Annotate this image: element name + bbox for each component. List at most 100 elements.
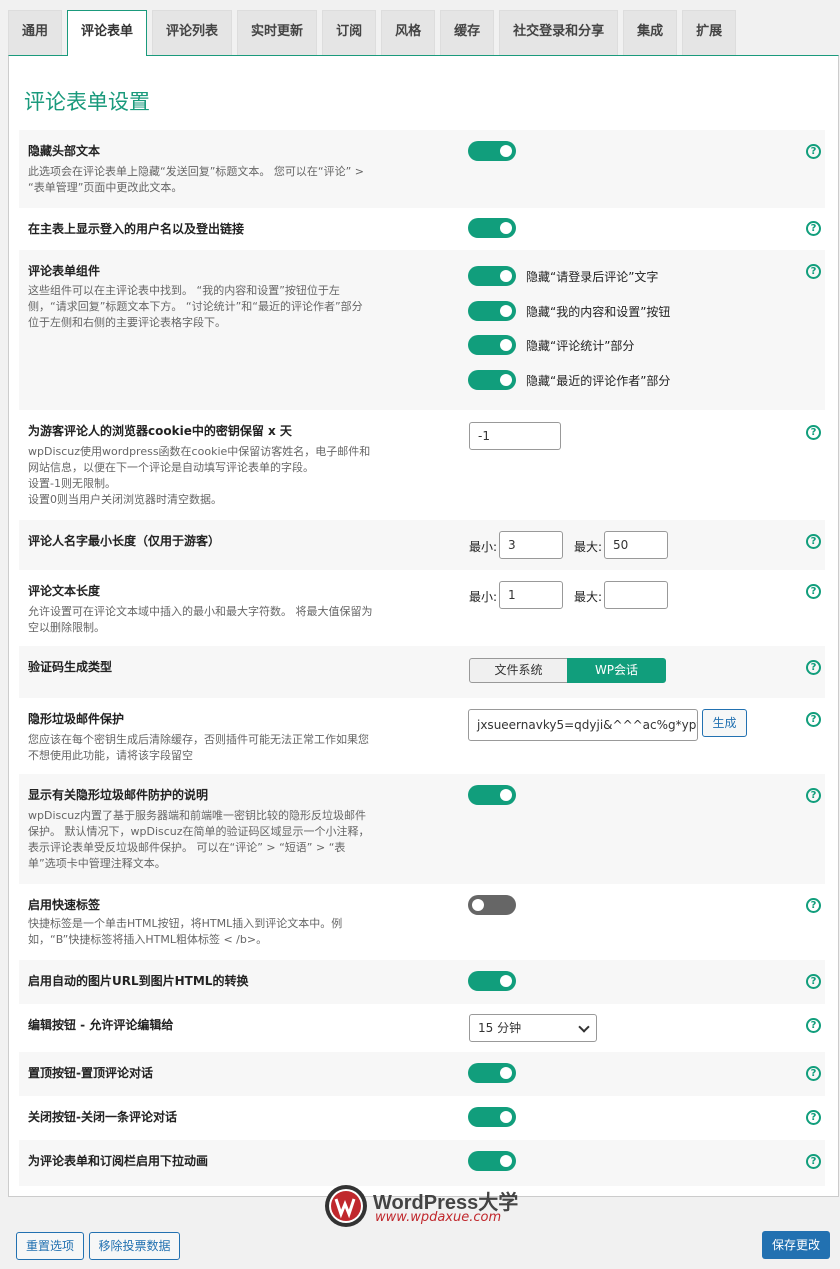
help-icon[interactable]: ?: [806, 898, 821, 913]
sticky-toggle[interactable]: [468, 1063, 516, 1083]
toggle-label: 隐藏“最近的评论作者”部分: [526, 374, 671, 388]
tab-general[interactable]: 通用: [8, 10, 63, 56]
show-login-toggle[interactable]: [468, 218, 516, 238]
help-icon[interactable]: ?: [806, 534, 821, 549]
text-min-input[interactable]: 1: [499, 581, 563, 609]
reset-options-button[interactable]: 重置选项: [16, 1232, 84, 1260]
setting-row-quicktags: 启用快速标签 快捷标签是一个单击HTML按钮，将HTML插入到评论文本中。例如，…: [19, 884, 825, 960]
setting-row-sticky: 置顶按钮-置顶评论对话 ?: [19, 1052, 825, 1096]
setting-title: 编辑按钮 - 允许评论编辑给: [28, 1018, 174, 1032]
setting-description: wpDiscuz使用wordpress函数在cookie中保留访客姓名，电子邮件…: [28, 445, 371, 474]
generate-key-button[interactable]: 生成: [702, 709, 747, 737]
tab-addons[interactable]: 扩展: [682, 10, 737, 56]
setting-row-name-length: 评论人名字最小长度（仅用于游客） 最小: 3 最大: 50 ?: [19, 520, 825, 570]
quicktags-toggle[interactable]: [468, 895, 516, 915]
setting-description: 您应该在每个密钥生成后清除缓存，否则插件可能无法正常工作如果您不想使用此功能，请…: [28, 733, 369, 762]
setting-title: 隐藏头部文本: [28, 144, 101, 158]
name-min-input[interactable]: 3: [499, 531, 563, 559]
hide-stats-toggle[interactable]: [468, 335, 516, 355]
help-icon[interactable]: ?: [806, 1018, 821, 1033]
tab-social-login[interactable]: 社交登录和分享: [499, 10, 619, 56]
help-icon[interactable]: ?: [806, 712, 821, 727]
setting-row-dropdown-animation: 为评论表单和订阅栏启用下拉动画 ?: [19, 1140, 825, 1186]
help-icon[interactable]: ?: [806, 974, 821, 989]
tab-comment-list[interactable]: 评论列表: [152, 10, 233, 56]
setting-row-show-login: 在主表上显示登入的用户名以及登出链接 ?: [19, 208, 825, 250]
help-icon[interactable]: ?: [806, 1066, 821, 1081]
watermark-url: www.wpdaxue.com: [375, 1210, 502, 1225]
setting-title: 为评论表单和订阅栏启用下拉动画: [28, 1154, 209, 1168]
toggle-label: 隐藏“评论统计”部分: [526, 339, 635, 353]
min-label: 最小:: [469, 540, 498, 554]
setting-title: 验证码生成类型: [28, 660, 113, 674]
captcha-filesystem-option[interactable]: 文件系统: [469, 658, 568, 683]
setting-title: 显示有关隐形垃圾邮件防护的说明: [28, 788, 209, 802]
remove-votes-button[interactable]: 移除投票数据: [89, 1232, 180, 1260]
image-url-toggle[interactable]: [468, 971, 516, 991]
min-label: 最小:: [469, 590, 498, 604]
setting-row-form-components: 评论表单组件 这些组件可以在主评论表中找到。 “我的内容和设置”按钮位于左侧，“…: [19, 250, 825, 410]
tab-subscription[interactable]: 订阅: [322, 10, 377, 56]
setting-title: 关闭按钮-关闭一条评论对话: [28, 1110, 177, 1124]
hide-header-toggle[interactable]: [468, 141, 516, 161]
hide-content-settings-toggle[interactable]: [468, 301, 516, 321]
watermark: WordPress大学 www.wpdaxue.com: [324, 1184, 524, 1230]
setting-description: 这些组件可以在主评论表中找到。 “我的内容和设置”按钮位于左侧，“请求回复”标题…: [28, 284, 363, 329]
spam-key-input[interactable]: jxsueernavky5=qdyji&^^^ac%g*ypyr: [468, 709, 698, 741]
help-icon[interactable]: ?: [806, 144, 821, 159]
setting-description-2: 设置-1则无限制。: [28, 477, 116, 490]
save-changes-button[interactable]: 保存更改: [762, 1231, 830, 1259]
spam-note-toggle[interactable]: [468, 785, 516, 805]
text-max-input[interactable]: [604, 581, 668, 609]
name-max-input[interactable]: 50: [604, 531, 668, 559]
help-icon[interactable]: ?: [806, 264, 821, 279]
max-label: 最大:: [574, 590, 603, 604]
wordpress-logo-icon: [325, 1185, 367, 1227]
captcha-wp-session-option[interactable]: WP会话: [567, 658, 666, 683]
dropdown-animation-toggle[interactable]: [468, 1151, 516, 1171]
setting-title: 启用快速标签: [28, 898, 101, 912]
tab-live-update[interactable]: 实时更新: [237, 10, 318, 56]
hide-login-text-toggle[interactable]: [468, 266, 516, 286]
setting-row-hide-header: 隐藏头部文本 此选项会在评论表单上隐藏“发送回复”标题文本。 您可以在“评论” …: [19, 130, 825, 208]
setting-title: 为游客评论人的浏览器cookie中的密钥保留 x 天: [28, 424, 292, 438]
setting-description-3: 设置0则当用户关闭浏览器时清空数据。: [28, 493, 222, 506]
hide-recent-authors-toggle[interactable]: [468, 370, 516, 390]
help-icon[interactable]: ?: [806, 1110, 821, 1125]
cookie-days-input[interactable]: -1: [469, 422, 561, 450]
setting-row-cookie-days: 为游客评论人的浏览器cookie中的密钥保留 x 天 wpDiscuz使用wor…: [19, 410, 825, 520]
setting-description: wpDiscuz内置了基于服务器端和前端唯一密钥比较的隐形反垃圾邮件保护。 默认…: [28, 809, 370, 870]
help-icon[interactable]: ?: [806, 584, 821, 599]
setting-title: 评论文本长度: [28, 584, 101, 598]
page-title: 评论表单设置: [24, 90, 150, 114]
help-icon[interactable]: ?: [806, 788, 821, 803]
setting-row-edit-button: 编辑按钮 - 允许评论编辑给 15 分钟 ?: [19, 1004, 825, 1052]
setting-description: 快捷标签是一个单击HTML按钮，将HTML插入到评论文本中。例如，“B”快捷标签…: [28, 917, 343, 946]
setting-title: 启用自动的图片URL到图片HTML的转换: [28, 974, 249, 988]
help-icon[interactable]: ?: [806, 1154, 821, 1169]
close-toggle[interactable]: [468, 1107, 516, 1127]
tab-cache[interactable]: 缓存: [440, 10, 495, 56]
tab-comment-form[interactable]: 评论表单: [67, 10, 148, 56]
setting-row-close: 关闭按钮-关闭一条评论对话 ?: [19, 1096, 825, 1140]
toggle-label: 隐藏“请登录后评论”文字: [526, 270, 659, 284]
setting-description: 允许设置可在评论文本域中插入的最小和最大字符数。 将最大值保留为空以删除限制。: [28, 605, 373, 634]
setting-title: 置顶按钮-置顶评论对话: [28, 1066, 153, 1080]
setting-title: 在主表上显示登入的用户名以及登出链接: [28, 222, 245, 236]
setting-row-spam-note: 显示有关隐形垃圾邮件防护的说明 wpDiscuz内置了基于服务器端和前端唯一密钥…: [19, 774, 825, 884]
setting-row-text-length: 评论文本长度 允许设置可在评论文本域中插入的最小和最大字符数。 将最大值保留为空…: [19, 570, 825, 646]
max-label: 最大:: [574, 540, 603, 554]
setting-row-image-url: 启用自动的图片URL到图片HTML的转换 ?: [19, 960, 825, 1004]
setting-title: 评论人名字最小长度（仅用于游客）: [28, 534, 221, 548]
help-icon[interactable]: ?: [806, 425, 821, 440]
tab-style[interactable]: 风格: [381, 10, 436, 56]
setting-description: 此选项会在评论表单上隐藏“发送回复”标题文本。 您可以在“评论” > “表单管理…: [28, 165, 365, 194]
setting-row-spam-protection: 隐形垃圾邮件保护 您应该在每个密钥生成后清除缓存，否则插件可能无法正常工作如果您…: [19, 698, 825, 774]
help-icon[interactable]: ?: [806, 221, 821, 236]
tab-integrations[interactable]: 集成: [623, 10, 678, 56]
chevron-down-icon: [578, 1021, 590, 1033]
edit-time-select[interactable]: 15 分钟: [469, 1014, 597, 1042]
setting-title: 隐形垃圾邮件保护: [28, 712, 125, 726]
setting-title: 评论表单组件: [28, 264, 101, 278]
help-icon[interactable]: ?: [806, 660, 821, 675]
